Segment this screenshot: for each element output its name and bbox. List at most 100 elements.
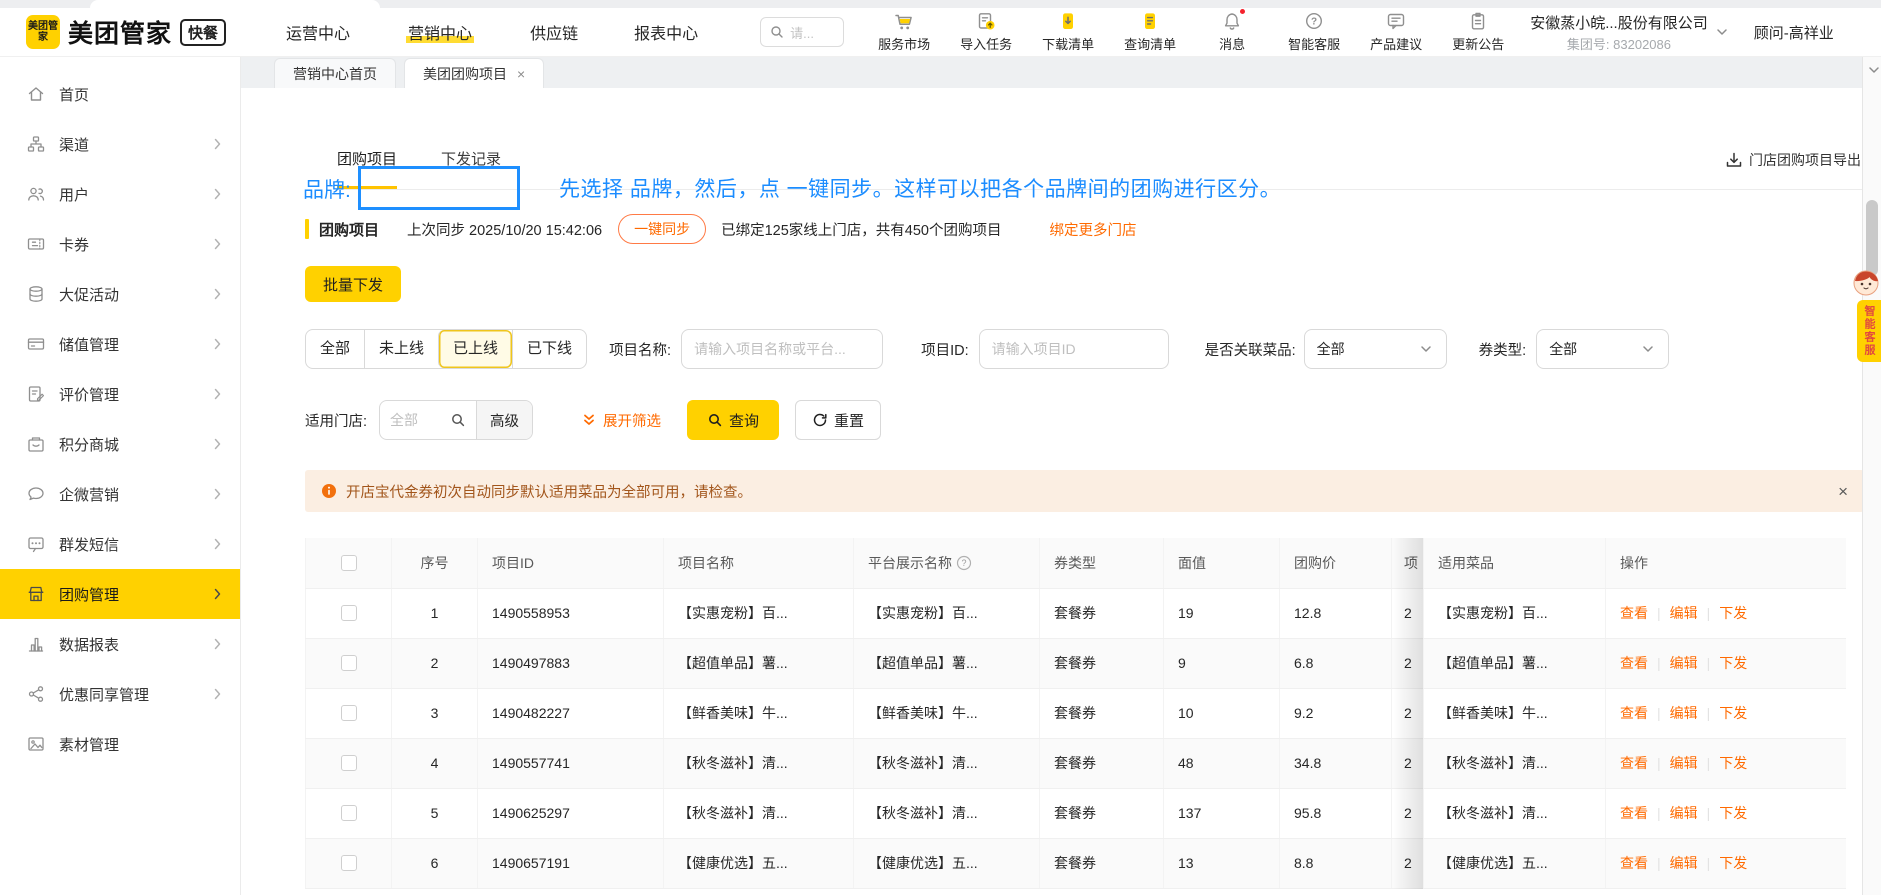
close-notice-icon[interactable]: ×: [1838, 483, 1848, 500]
row-checkbox[interactable]: [340, 655, 357, 671]
store-search-input[interactable]: 全部: [380, 401, 476, 439]
quick-action-suggest[interactable]: 产品建议: [1370, 11, 1422, 53]
search-icon: [707, 412, 723, 428]
chevron-down-icon: [1714, 24, 1730, 40]
bind-more-stores-link[interactable]: 绑定更多门店: [1049, 219, 1136, 240]
dispatch-link[interactable]: 下发: [1719, 655, 1747, 671]
chevron-down-icon: [1418, 341, 1434, 357]
store-export-link[interactable]: 门店团购项目导出: [1724, 150, 1861, 170]
header-search-placeholder: 请...: [790, 25, 814, 41]
project-id-input[interactable]: 请输入项目ID: [978, 329, 1169, 369]
sidebar-item-coupon[interactable]: 卡券: [0, 219, 240, 269]
header-search-input[interactable]: 请...: [760, 17, 845, 47]
edit-link[interactable]: 编辑: [1670, 755, 1698, 771]
dish-link-label: 是否关联菜品:: [1204, 342, 1296, 359]
nav-marketing[interactable]: 营销中心: [406, 20, 475, 44]
batch-dispatch-button[interactable]: 批量下发: [305, 266, 402, 302]
sidebar-item-wecom[interactable]: 企微营销: [0, 469, 240, 519]
sidebar-item-promo[interactable]: 大促活动: [0, 269, 240, 319]
announce-icon: [1467, 11, 1489, 31]
dispatch-link[interactable]: 下发: [1719, 855, 1747, 871]
sidebar-item-points[interactable]: 积分商城: [0, 419, 240, 469]
dish-link-select[interactable]: 全部: [1303, 329, 1447, 369]
cell-coupon-type: 套餐券: [1039, 588, 1164, 639]
row-checkbox[interactable]: [340, 705, 357, 721]
nav-reports[interactable]: 报表中心: [634, 20, 698, 44]
sidebar-item-users[interactable]: 用户: [0, 169, 240, 219]
vertical-scrollbar[interactable]: [1862, 57, 1881, 895]
row-checkbox[interactable]: [340, 805, 357, 821]
quick-action-announce[interactable]: 更新公告: [1452, 11, 1504, 53]
status-tab-offline-pending[interactable]: 未上线: [364, 330, 438, 368]
tab-marketing-home[interactable]: 营销中心首页: [274, 58, 396, 88]
sidebar-item-report[interactable]: 数据报表: [0, 619, 240, 669]
scrollbar-thumb[interactable]: [1866, 200, 1878, 276]
row-checkbox[interactable]: [340, 755, 357, 771]
advanced-filter-button[interactable]: 高级: [476, 401, 533, 439]
row-checkbox[interactable]: [340, 855, 357, 871]
view-link[interactable]: 查看: [1620, 755, 1648, 771]
sidebar-item-sms[interactable]: 群发短信: [0, 519, 240, 569]
sidebar-item-label: 素材管理: [59, 736, 120, 754]
quick-action-download-list[interactable]: 下载清单: [1042, 11, 1094, 53]
sidebar-item-review[interactable]: 评价管理: [0, 369, 240, 419]
assistant-label: 智能客服: [1857, 300, 1881, 362]
one-click-sync-button[interactable]: 一键同步: [618, 214, 707, 244]
sidebar-item-home[interactable]: 首页: [0, 69, 240, 119]
edit-link[interactable]: 编辑: [1670, 805, 1698, 821]
row-checkbox[interactable]: [340, 605, 357, 621]
edit-link[interactable]: 编辑: [1670, 605, 1698, 621]
scroll-top-icon[interactable]: [1866, 62, 1881, 78]
cell-index: 6: [391, 838, 478, 889]
suggest-icon: [1385, 11, 1407, 31]
assistant-widget[interactable]: 智能客服: [1851, 268, 1881, 362]
view-link[interactable]: 查看: [1620, 855, 1648, 871]
sidebar-item-share[interactable]: 优惠同享管理: [0, 669, 240, 719]
status-tab-online[interactable]: 已上线: [438, 330, 513, 368]
view-link[interactable]: 查看: [1620, 605, 1648, 621]
nav-operations[interactable]: 运营中心: [286, 20, 350, 44]
sidebar-item-channel[interactable]: 渠道: [0, 119, 240, 169]
select-all-checkbox[interactable]: [340, 554, 357, 571]
edit-link[interactable]: 编辑: [1670, 855, 1698, 871]
quick-action-bell[interactable]: 消息: [1206, 8, 1258, 53]
edit-link[interactable]: 编辑: [1670, 655, 1698, 671]
dispatch-link[interactable]: 下发: [1719, 705, 1747, 721]
sidebar-item-stored[interactable]: 储值管理: [0, 319, 240, 369]
quick-action-market[interactable]: 服务市场: [878, 11, 930, 53]
view-link[interactable]: 查看: [1620, 805, 1648, 821]
section-title: 团购项目: [319, 221, 380, 239]
sidebar-item-material[interactable]: 素材管理: [0, 719, 240, 769]
reset-button[interactable]: 重置: [795, 400, 882, 440]
dispatch-link[interactable]: 下发: [1719, 805, 1747, 821]
cell-platform-name: 【健康优选】五...: [853, 838, 1040, 889]
cell-group-price: 34.8: [1279, 738, 1392, 789]
quick-action-import[interactable]: 导入任务: [960, 11, 1012, 53]
col-index: 序号: [391, 538, 478, 589]
quick-action-help[interactable]: ? 智能客服: [1288, 11, 1340, 53]
last-sync-time: 上次同步 2025/10/20 15:42:06: [407, 222, 603, 239]
edit-link[interactable]: 编辑: [1670, 705, 1698, 721]
view-link[interactable]: 查看: [1620, 655, 1648, 671]
dispatch-link[interactable]: 下发: [1719, 605, 1747, 621]
help-circle-icon[interactable]: ?: [956, 555, 972, 571]
col-group-price: 团购价: [1279, 538, 1392, 589]
quick-action-query-list[interactable]: 查询清单: [1124, 11, 1176, 53]
sidebar-item-groupbuy[interactable]: 团购管理: [0, 569, 240, 619]
nav-supply-chain[interactable]: 供应链: [530, 20, 578, 44]
project-name-input[interactable]: 请输入项目名称或平台...: [681, 329, 884, 369]
table-row: 2 1490497883 【超值单品】薯... 【超值单品】薯... 套餐券 9…: [305, 638, 1846, 689]
cell-group-price: 8.8: [1279, 838, 1392, 889]
query-button[interactable]: 查询: [687, 400, 780, 440]
status-tab-all[interactable]: 全部: [306, 330, 364, 368]
tab-meituan-group-buy[interactable]: 美团团购项目 ×: [404, 58, 545, 88]
status-tab-offline[interactable]: 已下线: [512, 330, 586, 368]
company-group-number: 集团号: 83202086: [1566, 36, 1671, 52]
share-icon: [26, 684, 46, 704]
company-switcher[interactable]: 安徽蒸小皖...股份有限公司 集团号: 83202086: [1530, 12, 1730, 53]
coupon-type-select[interactable]: 全部: [1536, 329, 1670, 369]
view-link[interactable]: 查看: [1620, 705, 1648, 721]
dispatch-link[interactable]: 下发: [1719, 755, 1747, 771]
close-tab-icon[interactable]: ×: [517, 66, 525, 82]
expand-filters-link[interactable]: 展开筛选: [581, 410, 661, 431]
